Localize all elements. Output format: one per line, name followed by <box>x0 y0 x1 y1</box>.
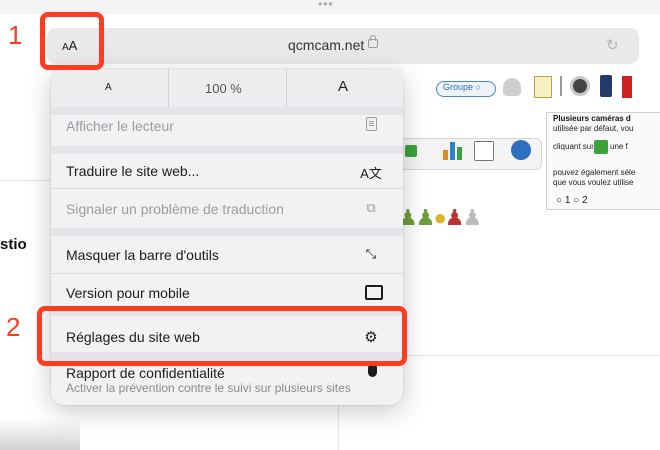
menu-separator <box>51 228 403 236</box>
switch-camera-icon[interactable] <box>594 140 608 154</box>
menu-item-privacy-report[interactable]: Rapport de confidentialité <box>66 365 225 381</box>
camera-radio-group[interactable]: ○ 1 ○ 2 <box>556 195 588 206</box>
annotation-number-2: 2 <box>6 312 21 342</box>
reload-icon[interactable]: ↻ <box>606 36 619 54</box>
bar-chart-icon[interactable] <box>443 140 463 160</box>
refresh-icon[interactable] <box>511 140 531 160</box>
reader-icon <box>366 117 377 131</box>
menu-separator <box>51 273 403 274</box>
toolbar-separator <box>560 76 562 96</box>
add-user-icon[interactable] <box>503 78 521 96</box>
shield-icon <box>368 366 377 377</box>
camera-info-line: une f <box>610 142 628 151</box>
list-icon[interactable] <box>474 141 494 161</box>
camera-info-line: utilisée par défaut, vou <box>553 124 634 133</box>
annotation-box-1 <box>40 12 104 70</box>
url-text[interactable]: qcmcam.net <box>288 37 364 53</box>
page-heading-fragment: stio <box>0 236 27 253</box>
lock-icon <box>368 35 378 48</box>
camera-info-line: que vous voulez utilise <box>553 178 634 187</box>
menu-separator <box>51 107 403 115</box>
camera-info-line: pouvez également séle <box>553 168 636 177</box>
menu-item-show-reader[interactable]: Afficher le lecteur <box>66 118 174 134</box>
checkbox-icon[interactable] <box>405 145 417 157</box>
more-dots-icon[interactable]: ••• <box>318 0 334 11</box>
zoom-divider <box>168 69 169 107</box>
phone-icon[interactable] <box>600 75 612 97</box>
zoom-in-button[interactable]: A <box>338 78 348 95</box>
menu-separator <box>51 146 403 154</box>
menu-item-mobile-version[interactable]: Version pour mobile <box>66 285 190 301</box>
zoom-divider <box>286 69 287 107</box>
webcam-icon[interactable] <box>570 76 590 96</box>
group-pill-label: Groupe ○ <box>443 82 481 92</box>
mobile-icon <box>365 285 383 300</box>
annotation-number-1: 1 <box>8 20 23 50</box>
camera-info-title: Plusieurs caméras d <box>553 114 631 123</box>
collapse-arrows-icon: ⤡ <box>365 246 377 261</box>
camera-info-line: cliquant sur <box>553 142 593 151</box>
menu-item-report-translation[interactable]: Signaler un problème de traduction <box>66 201 284 217</box>
zoom-out-button[interactable]: A <box>105 82 112 93</box>
bottom-shadow <box>0 418 80 450</box>
users-icons[interactable]: ♟♟●♟♟ <box>398 205 482 231</box>
translate-icon: A文 <box>360 166 382 181</box>
zoom-level[interactable]: 100 % <box>205 81 242 96</box>
menu-item-translate[interactable]: Traduire le site web... <box>66 163 199 179</box>
annotation-box-2 <box>37 306 407 366</box>
privacy-report-subtitle: Activer la prévention contre le suivi su… <box>66 381 351 395</box>
menu-separator <box>51 188 403 189</box>
edit-document-icon[interactable] <box>534 76 552 98</box>
close-red-icon[interactable] <box>622 76 632 98</box>
menu-item-hide-toolbar[interactable]: Masquer la barre d'outils <box>66 247 219 263</box>
report-icon: ⧉ <box>366 200 376 215</box>
